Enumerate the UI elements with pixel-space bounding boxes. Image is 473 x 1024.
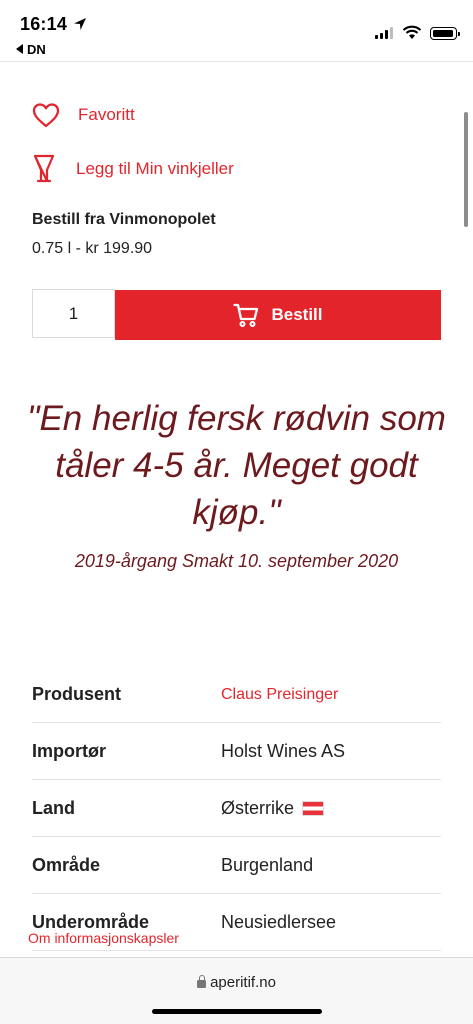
country-name: Østerrike	[221, 798, 295, 818]
scroll-indicator[interactable]	[464, 112, 468, 227]
info-row-region: Område Burgenland	[32, 837, 441, 894]
producer-link[interactable]: Claus Preisinger	[221, 686, 338, 704]
order-title: Bestill fra Vinmonopolet	[32, 211, 216, 228]
review-quote: "En herlig fersk rødvin som tåler 4-5 år…	[27, 399, 446, 532]
info-value: Holst Wines AS	[221, 741, 346, 761]
favorite-label: Favoritt	[78, 105, 135, 124]
url-field[interactable]: aperitif.no	[0, 974, 473, 991]
browser-address-bar: aperitif.no	[0, 957, 473, 1024]
cellular-signal-icon	[375, 27, 393, 39]
battery-icon	[430, 27, 460, 40]
order-price: 0.75 l - kr 199.90	[32, 240, 153, 257]
wifi-icon	[402, 25, 422, 39]
back-to-app[interactable]: DN	[16, 42, 46, 57]
heart-icon	[32, 103, 60, 128]
cookie-info-link[interactable]: Om informasjonskapsler	[26, 930, 181, 946]
status-bar: 16:14 DN	[0, 0, 473, 62]
cellar-label: Legg til Min vinkjeller	[76, 159, 234, 178]
info-label: Område	[32, 855, 101, 875]
status-time: 16:14	[20, 14, 68, 34]
wine-info-table: Produsent Claus Preisinger Importør Hols…	[32, 666, 441, 951]
info-row-importer: Importør Holst Wines AS	[32, 723, 441, 780]
info-value: Neusiedlersee	[221, 912, 337, 932]
back-app-label: DN	[27, 42, 46, 57]
back-triangle-icon	[16, 44, 23, 54]
lock-icon	[197, 975, 207, 988]
shopping-cart-icon	[233, 303, 259, 327]
info-label: Importør	[32, 741, 106, 761]
austria-flag-icon	[302, 801, 325, 816]
review-tasted-date: 2019-årgang Smakt 10. september 2020	[74, 551, 399, 571]
order-button[interactable]: Bestill	[115, 290, 441, 340]
info-row-producer: Produsent Claus Preisinger	[32, 666, 441, 723]
url-text: aperitif.no	[210, 974, 276, 991]
info-value: Burgenland	[221, 855, 314, 875]
order-button-label: Bestill	[271, 305, 323, 324]
info-label: Land	[32, 798, 75, 818]
info-row-country: Land Østerrike	[32, 780, 441, 837]
location-arrow-icon	[74, 18, 86, 30]
info-label: Produsent	[32, 684, 122, 704]
home-indicator[interactable]	[152, 1009, 322, 1014]
favorite-button[interactable]: Favoritt	[32, 102, 135, 128]
info-value-country: Østerrike	[221, 798, 325, 819]
quantity-input[interactable]: 1	[32, 289, 115, 338]
add-to-cellar-button[interactable]: Legg til Min vinkjeller	[32, 154, 234, 184]
wine-glass-icon	[33, 154, 55, 183]
